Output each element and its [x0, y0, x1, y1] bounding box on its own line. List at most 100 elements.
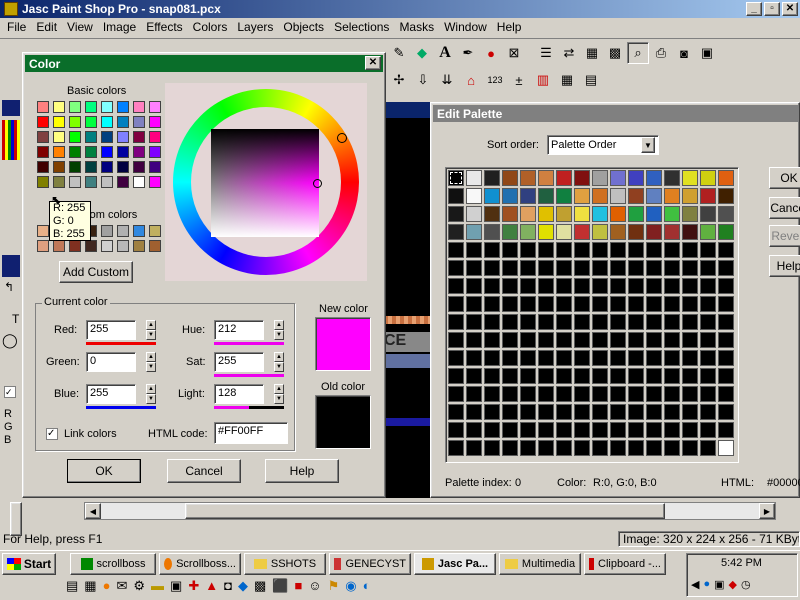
palette-cell[interactable]: [520, 404, 536, 420]
basic-color-swatch[interactable]: [85, 176, 97, 188]
palette-cell[interactable]: [718, 242, 734, 258]
palette-cell[interactable]: [574, 386, 590, 402]
maximize-button[interactable]: ▫: [764, 2, 780, 16]
hue-spinner[interactable]: ▲ ▼: [274, 320, 284, 340]
palette-cell[interactable]: [682, 350, 698, 366]
swap-icon[interactable]: ↰: [4, 280, 14, 294]
palette-cell[interactable]: [502, 188, 518, 204]
tray-app-icon[interactable]: ◆: [729, 578, 737, 591]
palette-cell[interactable]: [556, 350, 572, 366]
explorer-icon[interactable]: ▦: [84, 578, 96, 594]
palette-cell[interactable]: [556, 188, 572, 204]
minimize-button[interactable]: _: [746, 2, 762, 16]
palette-cell[interactable]: [682, 242, 698, 258]
palette-cell[interactable]: [574, 278, 590, 294]
palette-cell[interactable]: [646, 332, 662, 348]
palette-cell[interactable]: [664, 296, 680, 312]
palette-cell[interactable]: [502, 314, 518, 330]
palette-cell[interactable]: [646, 188, 662, 204]
histogram-icon[interactable]: ▦: [581, 42, 603, 64]
palette-cell[interactable]: [592, 440, 608, 456]
palette-cell[interactable]: [466, 422, 482, 438]
palette-cell[interactable]: [520, 260, 536, 276]
saturation-lightness-square[interactable]: [211, 129, 319, 237]
html-code-input[interactable]: #FF00FF: [214, 422, 288, 444]
palette-cell[interactable]: [448, 314, 464, 330]
palette-cell[interactable]: [718, 368, 734, 384]
palette-cell[interactable]: [610, 440, 626, 456]
image-canvas[interactable]: CE: [384, 118, 434, 498]
app-icon-1[interactable]: ✚: [188, 578, 199, 594]
app-icon-9[interactable]: ⚑: [328, 578, 340, 594]
custom-color-swatch[interactable]: [117, 240, 129, 252]
folder-icon[interactable]: ▬: [151, 578, 164, 594]
palette-cell[interactable]: [628, 224, 644, 240]
sat-input[interactable]: 255: [214, 352, 264, 372]
camera-icon[interactable]: ◙: [673, 42, 695, 64]
blue-input[interactable]: 255: [86, 384, 136, 404]
green-spinner[interactable]: ▲ ▼: [146, 352, 156, 372]
arrow-merge-icon[interactable]: ⇊: [436, 69, 458, 91]
palette-cell[interactable]: [574, 314, 590, 330]
palette-cell[interactable]: [538, 242, 554, 258]
style-icon[interactable]: ◯: [2, 332, 18, 349]
basic-color-swatch[interactable]: [85, 131, 97, 143]
palette-cell[interactable]: [628, 332, 644, 348]
palette-cell[interactable]: [592, 404, 608, 420]
palette-cell[interactable]: [502, 260, 518, 276]
menu-view[interactable]: View: [62, 18, 98, 38]
palette-cell[interactable]: [556, 422, 572, 438]
palette-cell[interactable]: [466, 188, 482, 204]
palette-cell[interactable]: [592, 422, 608, 438]
link-colors-checkbox[interactable]: ✓: [46, 428, 58, 440]
sat-spinner[interactable]: ▲ ▼: [274, 352, 284, 372]
printer-icon[interactable]: ⎙: [650, 42, 672, 64]
palette-cell[interactable]: [520, 296, 536, 312]
palette-cell[interactable]: [592, 188, 608, 204]
red-input[interactable]: 255: [86, 320, 136, 340]
basic-color-swatch[interactable]: [133, 101, 145, 113]
palette-cell[interactable]: [484, 296, 500, 312]
palette-cell[interactable]: [466, 206, 482, 222]
palette-cell[interactable]: [646, 242, 662, 258]
palette-cell[interactable]: [538, 260, 554, 276]
menu-masks[interactable]: Masks: [394, 18, 439, 38]
palette-cell[interactable]: [610, 368, 626, 384]
palette-cell[interactable]: [556, 386, 572, 402]
basic-color-swatch[interactable]: [149, 146, 161, 158]
basic-color-swatch[interactable]: [37, 176, 49, 188]
start-button[interactable]: Start: [2, 553, 56, 575]
palette-cell[interactable]: [574, 350, 590, 366]
palette-cell[interactable]: [682, 188, 698, 204]
basic-color-swatch[interactable]: [117, 146, 129, 158]
script-icon[interactable]: ▣: [696, 42, 718, 64]
palette-cell[interactable]: [718, 260, 734, 276]
palette-cell[interactable]: [448, 278, 464, 294]
palette-cell[interactable]: [700, 188, 716, 204]
palette-cell[interactable]: [664, 386, 680, 402]
palette-cell[interactable]: [466, 350, 482, 366]
palette-cell[interactable]: [646, 404, 662, 420]
basic-color-swatch[interactable]: [133, 116, 145, 128]
palette-cell[interactable]: [484, 422, 500, 438]
palette-cell[interactable]: [574, 242, 590, 258]
palette-cell[interactable]: [520, 350, 536, 366]
palette-cell[interactable]: [628, 440, 644, 456]
basic-color-swatch[interactable]: [117, 116, 129, 128]
close-button[interactable]: ✕: [782, 2, 798, 16]
bg-color-swatch[interactable]: [2, 255, 20, 277]
basic-color-swatch[interactable]: [53, 146, 65, 158]
palette-cell[interactable]: [628, 188, 644, 204]
palette-cell[interactable]: [466, 242, 482, 258]
palette-cell[interactable]: [556, 206, 572, 222]
palette-cell[interactable]: [664, 260, 680, 276]
shape-tool-icon[interactable]: ●: [480, 42, 502, 64]
palette-cell[interactable]: [628, 350, 644, 366]
arrow-down-icon[interactable]: ⇩: [412, 69, 434, 91]
basic-color-swatch[interactable]: [69, 161, 81, 173]
fill-tool-icon[interactable]: ◆: [411, 42, 433, 64]
basic-color-swatch[interactable]: [149, 176, 161, 188]
palette-cell[interactable]: [646, 386, 662, 402]
palette-cell[interactable]: [574, 332, 590, 348]
palette-cell[interactable]: [466, 278, 482, 294]
